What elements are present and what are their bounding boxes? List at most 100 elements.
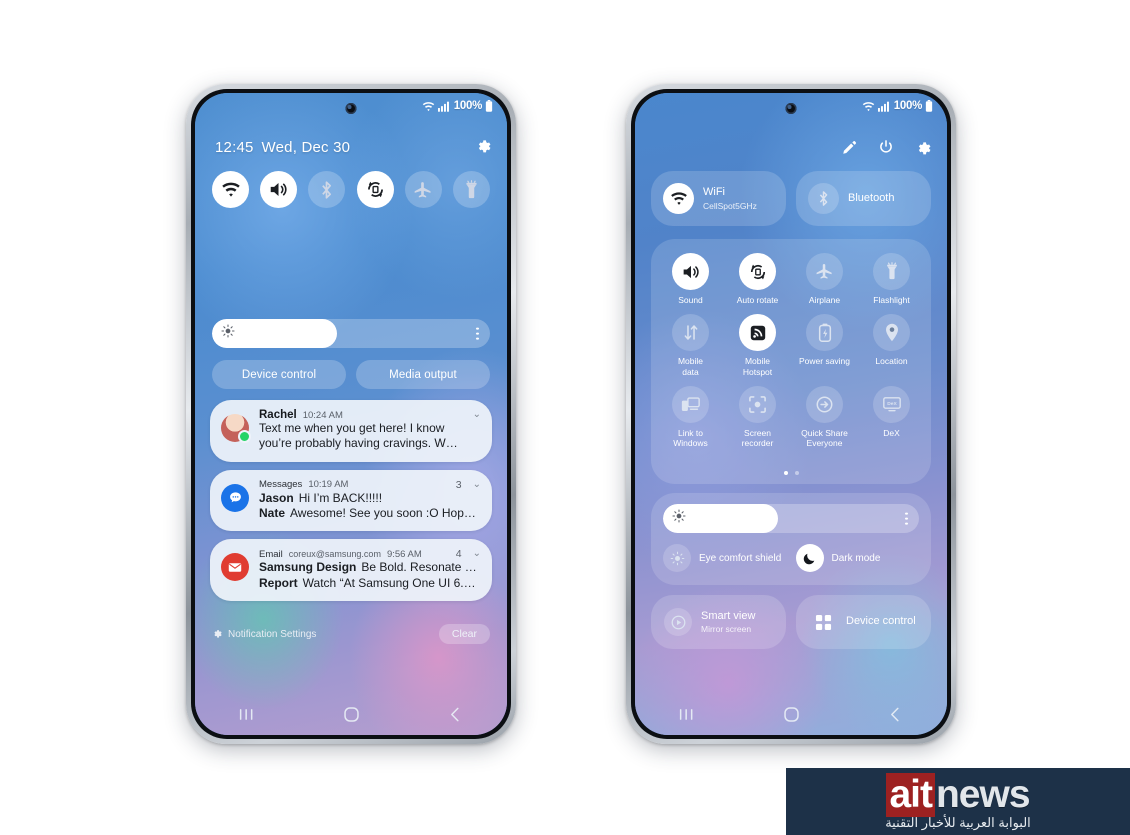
smart-view-card[interactable]: Smart view Mirror screen (651, 595, 786, 649)
airplane-toggle[interactable]: Airplane (791, 253, 858, 305)
chevron-down-icon[interactable]: ⌄ (473, 479, 481, 490)
wifi-card-title: WiFi (703, 186, 725, 199)
wifi-icon (422, 101, 435, 112)
dex-icon: DeX (873, 386, 910, 424)
clear-button[interactable]: Clear (438, 624, 490, 644)
auto-rotate-toggle[interactable]: Auto rotate (724, 253, 791, 305)
smart-view-title: Smart view (701, 609, 756, 622)
media-output-pill[interactable]: Media output (356, 360, 490, 389)
gear-icon[interactable] (475, 137, 491, 158)
whatsapp-badge-icon (238, 430, 251, 443)
status-bar-left: 100% (422, 100, 493, 112)
airplane-toggle[interactable] (404, 171, 442, 208)
phone-screen-right: 100% WiFi CellSpot5GHz Bluetooth Sound A… (635, 93, 947, 735)
wifi-icon (663, 183, 694, 214)
device-control-pill-label: Device control (241, 368, 317, 381)
signal-bars-icon (437, 101, 450, 112)
navigation-bar-left (195, 701, 507, 727)
mobile-hotspot-toggle[interactable]: Mobile Hotspot (724, 314, 791, 377)
brightness-slider[interactable] (212, 319, 490, 348)
eye-comfort-icon (663, 544, 691, 572)
messages-app-icon (221, 483, 249, 512)
auto-rotate-icon (739, 253, 776, 290)
dark-mode-toggle[interactable]: Dark mode (795, 544, 920, 572)
dex-toggle-label: DeX (883, 428, 900, 439)
more-vertical-icon[interactable] (905, 512, 908, 525)
notification-footer: Notification Settings Clear (212, 624, 490, 644)
chevron-down-icon[interactable]: ⌄ (473, 549, 481, 559)
dark-mode-label: Dark mode (831, 552, 881, 564)
notification-header: Messages 10:19 AM 3 ⌄ (259, 479, 481, 491)
mobile-data-toggle-label: Mobile data (677, 356, 704, 377)
battery-percent-label: 100% (453, 100, 483, 112)
power-icon[interactable] (878, 139, 894, 160)
screen-recorder-icon (739, 386, 776, 424)
screenshot-canvas: 100% 12:45 Wed, Dec 30 Device control Me… (0, 0, 1130, 835)
notification-count: 4 (455, 548, 462, 561)
notification-line-text: Be Bold. Resonate w… (361, 560, 481, 575)
quick-share-toggle[interactable]: Quick Share Everyone (791, 386, 858, 449)
link-to-windows-toggle[interactable]: Link to Windows (657, 386, 724, 449)
notification-line-sender: Report (259, 575, 298, 590)
more-vertical-icon[interactable] (476, 327, 479, 340)
smart-view-icon (664, 608, 692, 636)
device-control-pill[interactable]: Device control (212, 360, 346, 389)
notification-line: Text me when you get here! I know (259, 421, 445, 435)
bluetooth-card[interactable]: Bluetooth (796, 171, 931, 226)
brightness-slider[interactable] (663, 504, 919, 533)
clock-date-group: 12:45 Wed, Dec 30 (215, 139, 350, 156)
auto-rotate-toggle[interactable] (356, 171, 394, 208)
bluetooth-card-title: Bluetooth (848, 191, 895, 204)
home-button[interactable] (331, 703, 371, 725)
page-dot-active[interactable] (783, 471, 788, 475)
wifi-toggle[interactable] (212, 171, 249, 208)
mobile-data-toggle[interactable]: Mobile data (657, 314, 724, 377)
date-label: Wed, Dec 30 (261, 139, 351, 156)
location-toggle[interactable]: Location (858, 314, 925, 377)
notification-row[interactable]: Rachel 10:24 AM ⌄ Text me when you get h… (210, 400, 492, 462)
recents-button[interactable] (227, 703, 267, 725)
edit-pencil-icon[interactable] (842, 140, 857, 160)
notification-row[interactable]: Messages 10:19 AM 3 ⌄ Jason Hi I’m BACK!!… (210, 469, 492, 532)
bluetooth-toggle[interactable] (308, 171, 346, 208)
bluetooth-icon (808, 183, 839, 214)
clock-row: 12:45 Wed, Dec 30 (215, 137, 491, 158)
notification-line: Report Watch “At Samsung One UI 6.0… (259, 576, 481, 591)
notification-line-text: Watch “At Samsung One UI 6.0… (302, 575, 481, 590)
screen-recorder-toggle[interactable]: Screen recorder (724, 386, 791, 449)
chevron-down-icon[interactable]: ⌄ (473, 410, 481, 420)
eye-comfort-shield-toggle[interactable]: Eye comfort shield (663, 544, 787, 572)
gear-icon (212, 628, 222, 641)
phone-bezel: 100% 12:45 Wed, Dec 30 Device control Me… (191, 89, 511, 739)
recents-button[interactable] (667, 703, 707, 725)
notification-list: Rachel 10:24 AM ⌄ Text me when you get h… (210, 400, 492, 609)
gear-icon[interactable] (915, 139, 931, 160)
device-control-icon (809, 608, 837, 636)
media-output-pill-label: Media output (389, 368, 457, 381)
device-control-card[interactable]: Device control (796, 595, 931, 649)
notification-line-text: Awesome! See you soon :O Hop… (290, 506, 476, 521)
sound-toggle[interactable] (260, 171, 298, 208)
power-saving-toggle[interactable]: Power saving (791, 314, 858, 377)
notification-header: Rachel 10:24 AM ⌄ (259, 409, 481, 421)
sound-toggle[interactable]: Sound (657, 253, 724, 305)
notification-body: Rachel 10:24 AM ⌄ Text me when you get h… (259, 409, 481, 452)
quick-toggle-row (212, 171, 490, 208)
dex-toggle[interactable]: DeX DeX (858, 386, 925, 449)
notification-line: Nate Awesome! See you soon :O Hop… (259, 506, 481, 521)
clock-label: 12:45 (215, 139, 254, 156)
back-button[interactable] (435, 703, 475, 725)
wifi-card[interactable]: WiFi CellSpot5GHz (651, 171, 786, 226)
notification-settings-button[interactable]: Notification Settings (212, 628, 316, 641)
power-saving-toggle-label: Power saving (798, 356, 851, 367)
home-button[interactable] (771, 703, 811, 725)
page-dot[interactable] (794, 471, 799, 475)
contact-photo-avatar (221, 414, 251, 443)
notification-header: Email coreux@samsung.com 9:56 AM 4 ⌄ (259, 548, 481, 560)
watermark: ait news البوابة العربية للأخبار التقنية (786, 768, 1130, 835)
flashlight-toggle[interactable] (452, 171, 490, 208)
notification-time: 9:56 AM (386, 548, 422, 560)
back-button[interactable] (875, 703, 915, 725)
notification-row[interactable]: Email coreux@samsung.com 9:56 AM 4 ⌄ Sam… (210, 539, 492, 602)
flashlight-toggle[interactable]: Flashlight (858, 253, 925, 305)
